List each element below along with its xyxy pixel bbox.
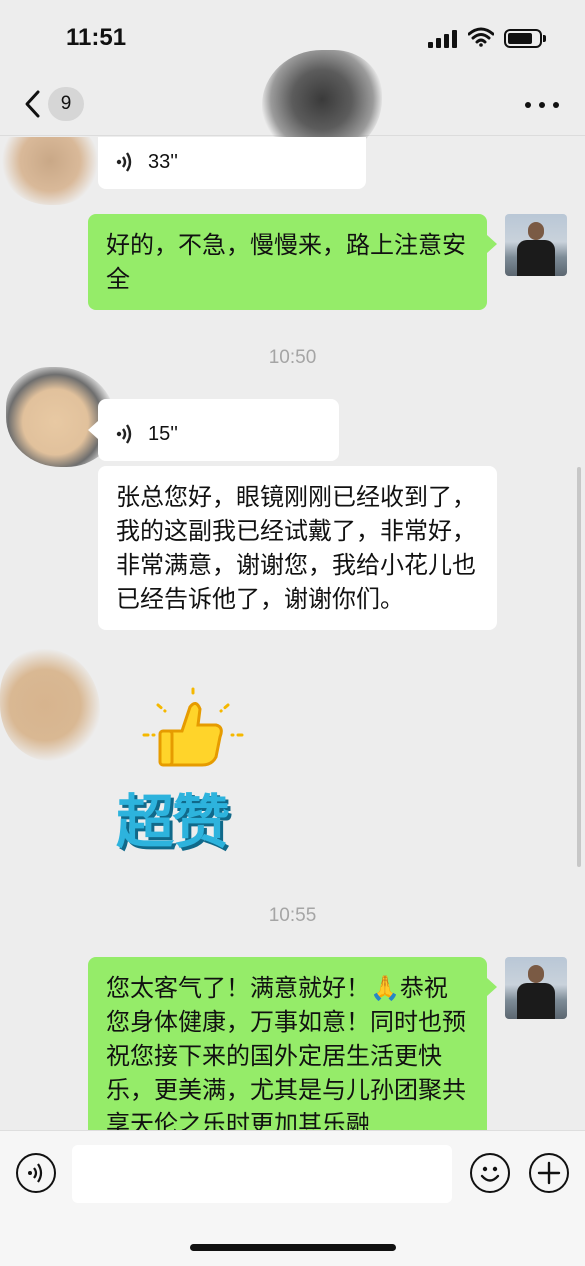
back-chevron-icon[interactable] <box>20 88 46 120</box>
plus-icon <box>537 1161 561 1185</box>
my-avatar[interactable] <box>505 214 567 276</box>
voice-message-bubble[interactable]: 15'' <box>98 399 339 461</box>
bubble-tail <box>487 978 497 996</box>
contact-avatar-redacted[interactable] <box>0 649 100 761</box>
voice-wave-icon <box>116 152 132 172</box>
timestamp: 10:55 <box>268 905 317 926</box>
sent-text-message[interactable]: 您太客气了！满意就好！🙏恭祝您身体健康，万事如意！同时也预祝您接下来的国外定居生… <box>88 957 487 1130</box>
more-actions-button[interactable] <box>529 1153 569 1193</box>
sticker-text: 超赞 <box>116 788 230 856</box>
home-indicator[interactable] <box>190 1244 396 1251</box>
wifi-icon <box>468 27 494 47</box>
chat-message-list[interactable]: 33'' 好的，不急，慢慢来，路上注意安全 10:50 15'' 张总您好，眼镜… <box>0 137 585 1130</box>
contact-avatar-redacted[interactable] <box>0 137 100 205</box>
my-avatar[interactable] <box>505 957 567 1019</box>
emoji-button[interactable] <box>470 1153 510 1193</box>
battery-icon <box>504 29 546 48</box>
signal-icon <box>428 30 458 48</box>
thumbs-up-icon <box>142 687 244 767</box>
voice-wave-icon <box>116 424 132 444</box>
voice-input-button[interactable] <box>16 1153 56 1193</box>
smiley-icon <box>480 1166 500 1182</box>
status-time: 11:51 <box>66 24 127 51</box>
voice-wave-icon <box>28 1163 43 1183</box>
message-text: 张总您好，眼镜刚刚已经收到了，我的这副我已经试戴了，非常好，非常满意，谢谢您，我… <box>116 483 476 613</box>
message-text: 好的，不急，慢慢来，路上注意安全 <box>106 231 466 293</box>
voice-duration: 33'' <box>148 151 178 173</box>
message-text: 您太客气了！满意就好！🙏恭祝您身体健康，万事如意！同时也预祝您接下来的国外定居生… <box>106 974 466 1130</box>
message-text-input[interactable] <box>72 1145 452 1203</box>
unread-count-badge[interactable]: 9 <box>48 87 84 121</box>
more-options-icon[interactable] <box>525 100 559 110</box>
timestamp: 10:50 <box>268 347 317 368</box>
received-text-message[interactable]: 张总您好，眼镜刚刚已经收到了，我的这副我已经试戴了，非常好，非常满意，谢谢您，我… <box>98 466 497 630</box>
voice-duration: 15'' <box>148 423 178 445</box>
sticker-super-like[interactable]: 超赞 <box>112 685 272 865</box>
bubble-tail <box>487 235 497 253</box>
bubble-tail <box>88 421 98 439</box>
scrollbar[interactable] <box>577 467 581 867</box>
voice-message-bubble[interactable]: 33'' <box>98 137 366 189</box>
sent-text-message[interactable]: 好的，不急，慢慢来，路上注意安全 <box>88 214 487 310</box>
